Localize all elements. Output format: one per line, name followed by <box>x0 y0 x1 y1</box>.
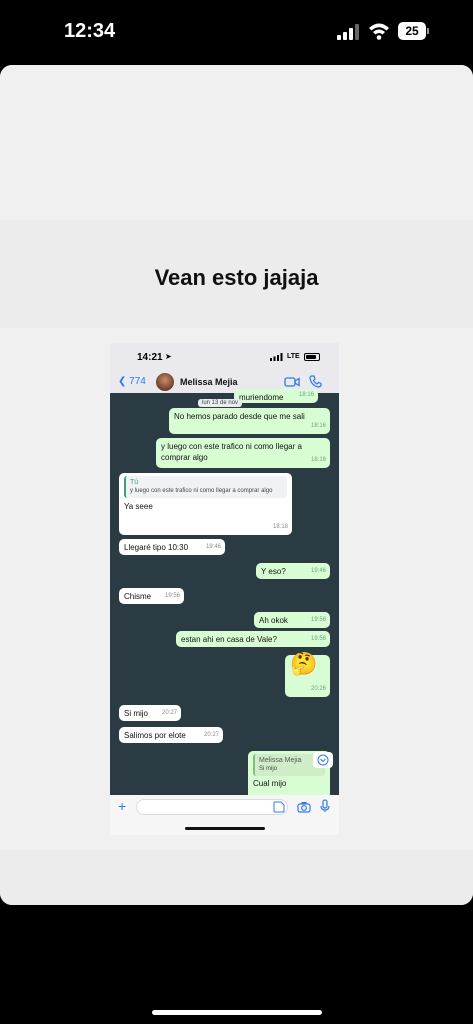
post-card: Vean esto jajaja 14:21 ➤ LTE ❮ 774 Melis… <box>0 65 473 905</box>
message-bubble[interactable]: y luego con este trafico ni como llegar … <box>156 438 330 468</box>
avatar[interactable] <box>156 373 174 391</box>
phone-call-icon[interactable] <box>309 375 322 388</box>
battery-icon: 25 <box>398 22 430 40</box>
message-bubble[interactable]: Ah okok 19:56 <box>254 612 330 628</box>
screenshot-signal-icon <box>270 353 283 361</box>
message-input[interactable] <box>136 799 288 815</box>
screenshot-home-indicator <box>185 827 265 830</box>
message-bubble[interactable]: Chisme 19:56 <box>119 588 184 604</box>
thinking-face-icon: 🤔 <box>290 651 318 676</box>
wifi-icon <box>369 23 389 40</box>
back-count: 774 <box>129 376 146 387</box>
message-bubble[interactable]: Y eso? 19:46 <box>256 563 330 579</box>
chevron-down-icon <box>317 754 329 766</box>
network-type: LTE <box>287 353 300 360</box>
sticker-icon[interactable] <box>273 801 285 813</box>
message-bubble[interactable]: muriendome 18:16 <box>234 389 318 403</box>
post-caption: Vean esto jajaja <box>154 265 319 290</box>
message-list: muriendome 18:16 lun 13 de nov No hemos … <box>110 389 339 803</box>
home-indicator <box>152 1010 322 1015</box>
message-bubble[interactable]: Tú y luego con este trafico ni como lleg… <box>119 473 292 535</box>
battery-level: 25 <box>398 22 426 40</box>
message-bubble[interactable]: estan ahi en casa de Vale? 19:56 <box>176 631 330 647</box>
chat-screenshot: 14:21 ➤ LTE ❮ 774 Melissa Mejia muriendo… <box>110 343 339 835</box>
screenshot-time: 14:21 <box>137 352 163 363</box>
cellular-signal-icon <box>337 24 359 40</box>
location-arrow-icon: ➤ <box>165 352 172 361</box>
quoted-message[interactable]: Tú y luego con este trafico ni como lleg… <box>124 476 287 498</box>
status-bar: 12:34 25 <box>0 0 473 64</box>
message-bubble[interactable]: Llegaré tipo 10:30 19:46 <box>119 539 225 555</box>
camera-icon[interactable] <box>297 801 311 813</box>
microphone-icon[interactable] <box>320 799 330 813</box>
message-composer: + <box>110 795 339 835</box>
attach-plus-icon[interactable]: + <box>118 798 126 814</box>
message-bubble[interactable]: No hemos parado desde que me sali 18:16 <box>169 408 330 434</box>
back-button[interactable]: ❮ 774 <box>118 376 146 387</box>
video-call-icon[interactable] <box>284 376 300 388</box>
contact-name[interactable]: Melissa Mejia <box>180 377 238 387</box>
message-bubble[interactable]: Salimos por elote 20:27 <box>119 727 223 743</box>
screenshot-battery-icon <box>304 353 320 361</box>
date-chip: lun 13 de nov <box>198 399 243 407</box>
message-bubble[interactable]: 🤔 20:26 <box>285 653 330 697</box>
message-bubble[interactable]: Si mijo 20:27 <box>119 705 181 721</box>
screenshot-status-bar: 14:21 ➤ LTE <box>110 343 339 371</box>
status-time: 12:34 <box>64 20 116 42</box>
scroll-down-button[interactable] <box>313 752 333 768</box>
